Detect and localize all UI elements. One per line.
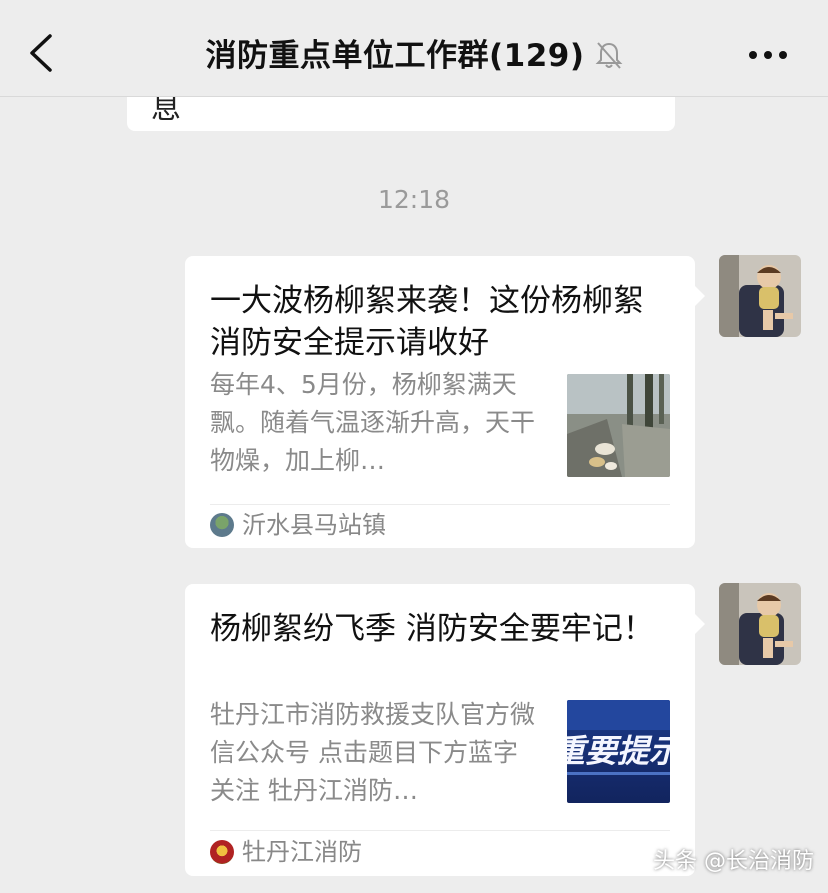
previous-message-bubble[interactable]: 息 [127, 97, 675, 131]
article-thumbnail [567, 374, 670, 477]
article-description: 每年4、5月份，杨柳絮满天飘。随着气温逐渐升高，天干物燥，加上柳… [210, 370, 536, 475]
chat-title: 消防重点单位工作群(129) [205, 38, 585, 74]
watermark: 头条 @长治消防 [653, 849, 814, 874]
chat-title-wrap: 消防重点单位工作群(129) [0, 30, 828, 75]
article-source[interactable]: 牡丹江消防 [210, 837, 362, 867]
shared-article-card[interactable]: 一大波杨柳絮来袭！这份杨柳絮消防安全提示请收好 每年4、5月份，杨柳絮满天飘。随… [185, 256, 705, 548]
thumbnail-caption: 重要提示 [567, 732, 670, 770]
article-title: 杨柳絮纷飞季 消防安全要牢记！ [210, 611, 654, 647]
fire-rescue-emblem-icon [210, 840, 234, 864]
article-thumbnail: 重要提示 [567, 700, 670, 803]
bubble-tail [695, 614, 705, 634]
chat-header: 消防重点单位工作群(129) [0, 0, 828, 97]
article-source[interactable]: 沂水县马站镇 [210, 510, 386, 540]
card-divider [210, 504, 670, 505]
more-options-icon[interactable] [748, 50, 788, 60]
sender-avatar[interactable] [719, 583, 801, 665]
card-divider [210, 830, 670, 831]
source-avatar-icon [210, 513, 234, 537]
message-timestamp: 12:18 [377, 185, 451, 214]
bubble-tail [695, 286, 705, 306]
article-description: 牡丹江市消防救援支队官方微信公众号 点击题目下方蓝字关注 牡丹江消防… [210, 700, 536, 805]
shared-article-card[interactable]: 杨柳絮纷飞季 消防安全要牢记！ 牡丹江市消防救援支队官方微信公众号 点击题目下方… [185, 584, 705, 876]
article-source-name: 沂水县马站镇 [242, 511, 386, 539]
article-title: 一大波杨柳絮来袭！这份杨柳絮消防安全提示请收好 [210, 283, 644, 361]
sender-avatar[interactable] [719, 255, 801, 337]
mute-bell-icon [595, 42, 622, 69]
article-source-name: 牡丹江消防 [242, 838, 362, 866]
